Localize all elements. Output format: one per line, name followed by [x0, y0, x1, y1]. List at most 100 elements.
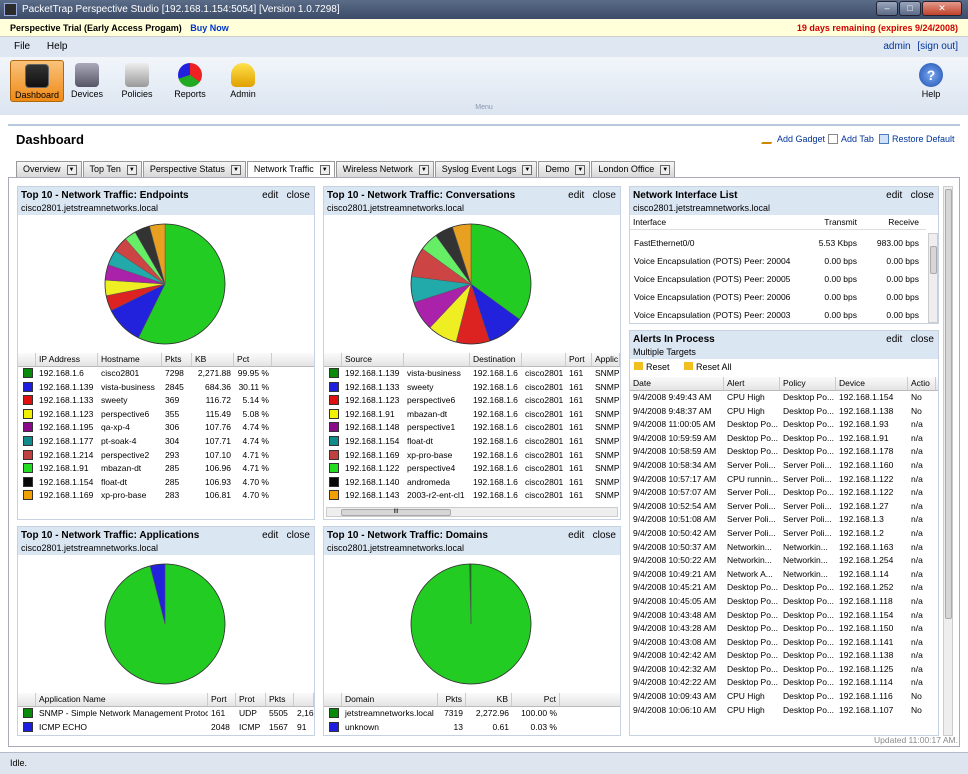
- alert-row[interactable]: 9/4/2008 10:42:22 AM Desktop Po... Desktop…: [630, 676, 938, 690]
- table-row[interactable]: 192.168.1.214 perspective2 293 107.10 4.71 %: [18, 449, 314, 463]
- table-row[interactable]: 192.168.1.139 vista-business 2845 684.36 30.…: [18, 381, 314, 395]
- alert-row[interactable]: 9/4/2008 9:49:43 AM CPU High Desktop Po...…: [630, 391, 938, 405]
- tab-dropdown-icon[interactable]: ▼: [522, 164, 533, 175]
- add-gadget-button[interactable]: Add Gadget: [761, 134, 825, 144]
- scrollbar-thumb[interactable]: [945, 189, 952, 619]
- tab-dropdown-icon[interactable]: ▼: [66, 164, 77, 175]
- add-tab-button[interactable]: Add Tab: [828, 134, 874, 144]
- tab-perspective-status[interactable]: Perspective Status ▼: [142, 161, 246, 177]
- table-row[interactable]: 192.168.1.148 perspective1 192.168.1.6 cisc…: [324, 421, 620, 435]
- edit-link[interactable]: edit: [886, 190, 902, 201]
- close-link[interactable]: close: [911, 334, 934, 345]
- close-link[interactable]: close: [911, 190, 934, 201]
- vertical-scrollbar[interactable]: [928, 233, 938, 323]
- alert-row[interactable]: 9/4/2008 10:43:28 AM Desktop Po... Desktop…: [630, 622, 938, 636]
- alert-row[interactable]: 9/4/2008 10:52:54 AM Server Poli... Server…: [630, 500, 938, 514]
- horizontal-scrollbar[interactable]: III: [326, 507, 618, 517]
- table-row[interactable]: SNMP - Simple Network Management Protoco…: [18, 707, 314, 721]
- interface-row[interactable]: Voice Encapsulation (POTS) Peer: 20006 0.…: [630, 288, 926, 306]
- table-row[interactable]: 192.168.1.133 sweety 192.168.1.6 cisco2801 1…: [324, 381, 620, 395]
- user-name-link[interactable]: admin: [883, 41, 910, 52]
- interface-row[interactable]: Voice Encapsulation (POTS) Peer: 20004 0.…: [630, 252, 926, 270]
- table-row[interactable]: 192.168.1.123 perspective6 355 115.49 5.08 %: [18, 408, 314, 422]
- tab-dropdown-icon[interactable]: ▼: [230, 164, 241, 175]
- alert-row[interactable]: 9/4/2008 10:51:08 AM Server Poli... Server…: [630, 513, 938, 527]
- table-row[interactable]: jetstreamnetworks.local 7319 2,272.96 100.0…: [324, 707, 620, 721]
- table-row[interactable]: 192.168.1.91 mbazan-dt 192.168.1.6 cisco280…: [324, 408, 620, 422]
- tab-demo[interactable]: Demo ▼: [538, 161, 591, 177]
- close-link[interactable]: close: [593, 190, 616, 201]
- alert-row[interactable]: 9/4/2008 10:45:21 AM Desktop Po... Desktop…: [630, 581, 938, 595]
- menu-file[interactable]: File: [14, 41, 30, 52]
- alert-row[interactable]: 9/4/2008 10:42:42 AM Desktop Po... Desktop…: [630, 649, 938, 663]
- scrollbar-thumb[interactable]: III: [341, 509, 451, 516]
- buy-now-link[interactable]: Buy Now: [190, 23, 229, 33]
- table-row[interactable]: 192.168.1.154 float-dt 192.168.1.6 cisco280…: [324, 435, 620, 449]
- tab-dropdown-icon[interactable]: ▼: [660, 164, 671, 175]
- tab-london-office[interactable]: London Office ▼: [591, 161, 676, 177]
- table-row[interactable]: ICMP ECHO 2048 ICMP 1567 91: [18, 721, 314, 735]
- help-button[interactable]: ? Help: [904, 60, 958, 102]
- alert-row[interactable]: 9/4/2008 10:49:21 AM Network A... Networki…: [630, 568, 938, 582]
- alert-row[interactable]: 9/4/2008 10:58:34 AM Server Poli... Server…: [630, 459, 938, 473]
- tab-dropdown-icon[interactable]: ▼: [319, 164, 330, 175]
- table-row[interactable]: 192.168.1.91 mbazan-dt 285 106.96 4.71 %: [18, 462, 314, 476]
- tab-network-traffic[interactable]: Network Traffic ▼: [246, 161, 335, 177]
- alert-row[interactable]: 9/4/2008 10:09:43 AM CPU High Desktop Po..…: [630, 690, 938, 704]
- tab-syslog-event-logs[interactable]: Syslog Event Logs ▼: [434, 161, 538, 177]
- table-row[interactable]: 192.168.1.177 pt-soak-4 304 107.71 4.74 %: [18, 435, 314, 449]
- dashboard-vertical-scrollbar[interactable]: [943, 186, 953, 736]
- edit-link[interactable]: edit: [568, 190, 584, 201]
- table-row[interactable]: 192.168.1.169 xp-pro-base 192.168.1.6 cisco…: [324, 449, 620, 463]
- close-link[interactable]: close: [287, 190, 310, 201]
- tab-top-ten[interactable]: Top Ten ▼: [82, 161, 142, 177]
- table-row[interactable]: unknown 13 0.61 0.03 %: [324, 721, 620, 735]
- table-row[interactable]: 192.168.1.169 xp-pro-base 283 106.81 4.70 %: [18, 489, 314, 503]
- tab-dropdown-icon[interactable]: ▼: [126, 164, 137, 175]
- tab-wireless-network[interactable]: Wireless Network ▼: [335, 161, 434, 177]
- tab-dropdown-icon[interactable]: ▼: [575, 164, 586, 175]
- alert-row[interactable]: 9/4/2008 10:06:10 AM CPU High Desktop Po..…: [630, 704, 938, 718]
- tab-dropdown-icon[interactable]: ▼: [418, 164, 429, 175]
- alert-row[interactable]: 9/4/2008 10:50:22 AM Networkin... Networki…: [630, 554, 938, 568]
- interface-row[interactable]: Voice Encapsulation (POTS) Peer: 20005 0.…: [630, 270, 926, 288]
- alert-row[interactable]: 9/4/2008 9:48:37 AM CPU High Desktop Po...…: [630, 405, 938, 419]
- reports-button[interactable]: Reports: [163, 60, 217, 102]
- edit-link[interactable]: edit: [262, 530, 278, 541]
- tab-overview[interactable]: Overview ▼: [16, 161, 82, 177]
- table-row[interactable]: 192.168.1.195 qa-xp-4 306 107.76 4.74 %: [18, 421, 314, 435]
- sign-out-link[interactable]: [sign out]: [917, 41, 958, 52]
- devices-button[interactable]: Devices: [60, 60, 114, 102]
- alert-row[interactable]: 9/4/2008 10:58:59 AM Desktop Po... Desktop…: [630, 445, 938, 459]
- alert-row[interactable]: 9/4/2008 10:43:48 AM Desktop Po... Desktop…: [630, 609, 938, 623]
- table-row[interactable]: 192.168.1.122 perspective4 192.168.1.6 cisc…: [324, 462, 620, 476]
- minimize-button[interactable]: –: [876, 1, 898, 16]
- alert-row[interactable]: 9/4/2008 10:50:37 AM Networkin... Networki…: [630, 541, 938, 555]
- interface-row[interactable]: Voice Encapsulation (POTS) Peer: 20003 0.…: [630, 306, 926, 324]
- restore-default-button[interactable]: Restore Default: [879, 134, 955, 144]
- policies-button[interactable]: Policies: [110, 60, 164, 102]
- alert-row[interactable]: 9/4/2008 10:50:42 AM Server Poli... Server…: [630, 527, 938, 541]
- edit-link[interactable]: edit: [568, 530, 584, 541]
- table-row[interactable]: 192.168.1.143 2003-r2-ent-cl1 192.168.1.6 c…: [324, 489, 620, 503]
- close-link[interactable]: close: [287, 530, 310, 541]
- reset-button[interactable]: Reset: [634, 362, 670, 372]
- table-row[interactable]: 192.168.1.133 sweety 369 116.72 5.14 %: [18, 394, 314, 408]
- reset-all-button[interactable]: Reset All: [684, 362, 732, 372]
- alert-row[interactable]: 9/4/2008 10:57:07 AM Server Poli... Deskto…: [630, 486, 938, 500]
- table-row[interactable]: 192.168.1.6 cisco2801 7298 2,271.88 99.95 %: [18, 367, 314, 381]
- close-link[interactable]: close: [593, 530, 616, 541]
- edit-link[interactable]: edit: [886, 334, 902, 345]
- alert-row[interactable]: 9/4/2008 11:00:05 AM Desktop Po... Desktop…: [630, 418, 938, 432]
- alert-row[interactable]: 9/4/2008 10:45:05 AM Desktop Po... Desktop…: [630, 595, 938, 609]
- table-row[interactable]: 192.168.1.139 vista-business 192.168.1.6 ci…: [324, 367, 620, 381]
- table-row[interactable]: 192.168.1.123 perspective6 192.168.1.6 cisc…: [324, 394, 620, 408]
- dashboard-button[interactable]: Dashboard: [10, 60, 64, 102]
- alert-row[interactable]: 9/4/2008 10:43:08 AM Desktop Po... Desktop…: [630, 636, 938, 650]
- alert-row[interactable]: 9/4/2008 10:57:17 AM CPU runnin... Server …: [630, 473, 938, 487]
- alert-row[interactable]: 9/4/2008 10:42:32 AM Desktop Po... Desktop…: [630, 663, 938, 677]
- close-window-button[interactable]: ✕: [922, 1, 962, 16]
- table-row[interactable]: 192.168.1.154 float-dt 285 106.93 4.70 %: [18, 476, 314, 490]
- maximize-button[interactable]: □: [899, 1, 921, 16]
- admin-button[interactable]: Admin: [216, 60, 270, 102]
